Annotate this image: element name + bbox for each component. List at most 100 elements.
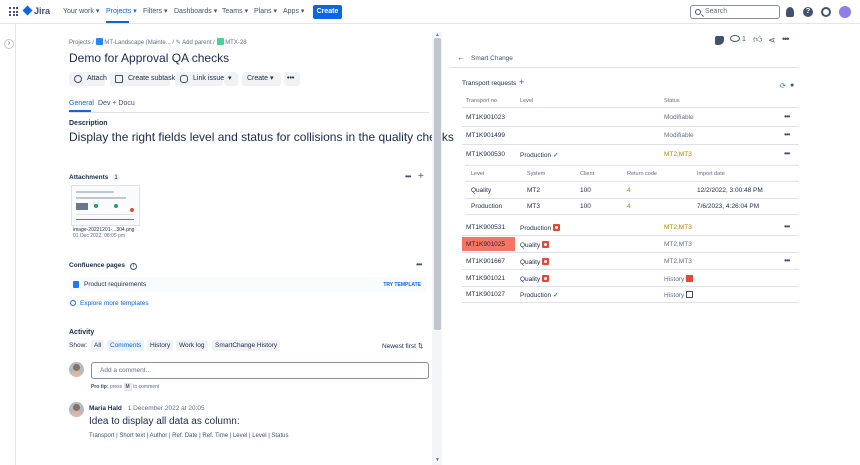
create-subtask-button[interactable]: Create subtask (110, 72, 175, 86)
breadcrumb-projects[interactable]: Projects (69, 40, 91, 46)
back-icon[interactable]: ← (457, 53, 465, 62)
attachments-more-icon[interactable]: ••• (405, 172, 411, 181)
transport-status: History (664, 275, 694, 283)
watch-button[interactable]: 1 (730, 35, 746, 43)
share-icon[interactable]: ⋖ (768, 35, 776, 46)
collision-icon (542, 258, 550, 265)
try-template-button[interactable]: TRY TEMPLATE (383, 282, 421, 288)
row-more-icon[interactable]: ••• (784, 130, 790, 139)
transport-status: Modifiable (664, 114, 694, 121)
transport-no[interactable]: MT1K901025 (466, 241, 505, 248)
breadcrumb-issue-key[interactable]: MTX-28 (225, 40, 246, 46)
user-icon[interactable]: ● (790, 82, 794, 89)
sort-newest-first[interactable]: Newest first ⇅ (382, 342, 423, 350)
activity-filter-smartchange[interactable]: SmartChange History (212, 340, 281, 351)
transport-no[interactable]: MT1K900531 (466, 224, 505, 231)
row-more-icon[interactable]: ••• (784, 149, 790, 158)
refresh-icon[interactable]: ⟳ (780, 82, 786, 90)
comment-author[interactable]: Maria Hald (89, 405, 122, 412)
sort-icon: ⇅ (417, 343, 424, 350)
notifications-icon[interactable] (786, 7, 794, 17)
transport-status: MT2,MT3 (664, 224, 692, 231)
comment-input[interactable]: Add a comment... (91, 362, 429, 379)
sub-return-code: 4 (627, 203, 631, 210)
transport-status: MT2,MT3 (664, 151, 692, 158)
transport-status: Modifiable (664, 132, 694, 139)
attach-button[interactable]: Attach (69, 72, 107, 86)
sub-col-system: System (527, 171, 546, 177)
add-parent-link[interactable]: Add parent (182, 40, 211, 46)
transport-status: MT2,MT3 (664, 241, 692, 248)
avatar[interactable] (839, 6, 851, 18)
sub-col-client: Client (580, 171, 595, 177)
confluence-item[interactable]: Product requirements TRY TEMPLATE (69, 277, 427, 292)
tab-dev-docu[interactable]: Dev + Docu (98, 100, 135, 107)
transport-requests-title: Transport requests (462, 80, 517, 87)
scroll-down-icon[interactable]: ▼ (435, 457, 440, 463)
comment-avatar (69, 402, 84, 417)
sub-import-date: 7/6/2023, 4:26:04 PM (697, 203, 760, 210)
subtask-icon (115, 75, 123, 83)
transport-no[interactable]: MT1K900530 (466, 151, 505, 158)
create-button[interactable]: Create (313, 5, 342, 19)
activity-filter-all[interactable]: All (91, 340, 105, 351)
more-actions-button[interactable]: ••• (284, 72, 300, 86)
nav-plans[interactable]: Plans ▾ (254, 7, 277, 15)
issue-more-icon[interactable]: ••• (782, 34, 790, 44)
jira-logo[interactable]: Jira (22, 5, 50, 16)
activity-filter-comments[interactable]: Comments (107, 340, 145, 351)
row-more-icon[interactable]: ••• (784, 112, 790, 121)
collision-icon (542, 275, 550, 282)
activity-filter-history[interactable]: History (147, 340, 174, 351)
explore-templates-link[interactable]: Explore more templates (70, 300, 149, 307)
activity-filter-worklog[interactable]: Work log (176, 340, 208, 351)
nav-apps[interactable]: Apps ▾ (283, 7, 304, 15)
like-icon[interactable]: 👍︎ (753, 34, 762, 45)
jira-logo-icon (22, 5, 33, 16)
tab-general[interactable]: General (69, 100, 94, 107)
description-label: Description (69, 120, 108, 127)
smartchange-back-label: Smart Change (471, 55, 513, 62)
nav-projects[interactable]: Projects ▾ (106, 7, 137, 23)
info-icon: i (129, 263, 137, 270)
expand-sidebar-icon[interactable]: › (4, 39, 14, 49)
create-dropdown-button[interactable]: Create ▾ (242, 72, 281, 86)
transport-no[interactable]: MT1K901027 (466, 291, 505, 298)
row-more-icon[interactable]: ••• (784, 256, 790, 265)
sub-col-import-date: Import date (697, 171, 725, 177)
smartchange-icon[interactable] (715, 36, 724, 45)
confluence-more-icon[interactable]: ••• (416, 260, 422, 269)
nav-your-work[interactable]: Your work ▾ (63, 7, 99, 15)
scroll-up-icon[interactable]: ▲ (435, 32, 440, 38)
nav-dashboards[interactable]: Dashboards ▾ (174, 7, 217, 15)
transport-level: Quality (520, 241, 550, 249)
sub-client: 100 (580, 187, 591, 194)
transport-no[interactable]: MT1K901667 (466, 258, 505, 265)
transport-no[interactable]: MT1K901023 (466, 114, 505, 121)
nav-filters[interactable]: Filters ▾ (143, 7, 168, 15)
col-status: Status (664, 98, 680, 104)
attachment-thumbnail[interactable] (71, 185, 140, 226)
scrollbar-thumb[interactable] (434, 38, 441, 330)
comment-date: 1 December 2022 at 20:05 (127, 405, 205, 412)
transport-level: Quality (520, 258, 550, 266)
row-more-icon[interactable]: ••• (784, 222, 790, 231)
issue-title[interactable]: Demo for Approval QA checks (69, 51, 229, 65)
help-icon[interactable]: ? (803, 7, 813, 17)
settings-icon[interactable] (821, 7, 831, 17)
add-attachment-icon[interactable]: + (418, 171, 424, 182)
add-transport-icon[interactable]: + (519, 77, 524, 87)
breadcrumb-project[interactable]: MT-Landscape (Mainte... (104, 40, 170, 46)
transport-no[interactable]: MT1K901021 (466, 275, 505, 282)
search-input[interactable]: Search (690, 5, 780, 19)
transport-status: History (664, 291, 694, 299)
transport-no[interactable]: MT1K901499 (466, 132, 505, 139)
history-icon (686, 291, 694, 298)
description-text[interactable]: Display the right fields level and statu… (69, 130, 454, 144)
app-switcher-icon[interactable] (9, 7, 18, 16)
nav-teams[interactable]: Teams ▾ (222, 7, 248, 15)
link-issue-button[interactable]: Link issue (175, 72, 224, 86)
link-issue-dropdown[interactable]: ▾ (224, 72, 238, 86)
sub-import-date: 12/2/2022, 3:00:48 PM (697, 187, 763, 194)
sub-system: MT3 (527, 203, 540, 210)
